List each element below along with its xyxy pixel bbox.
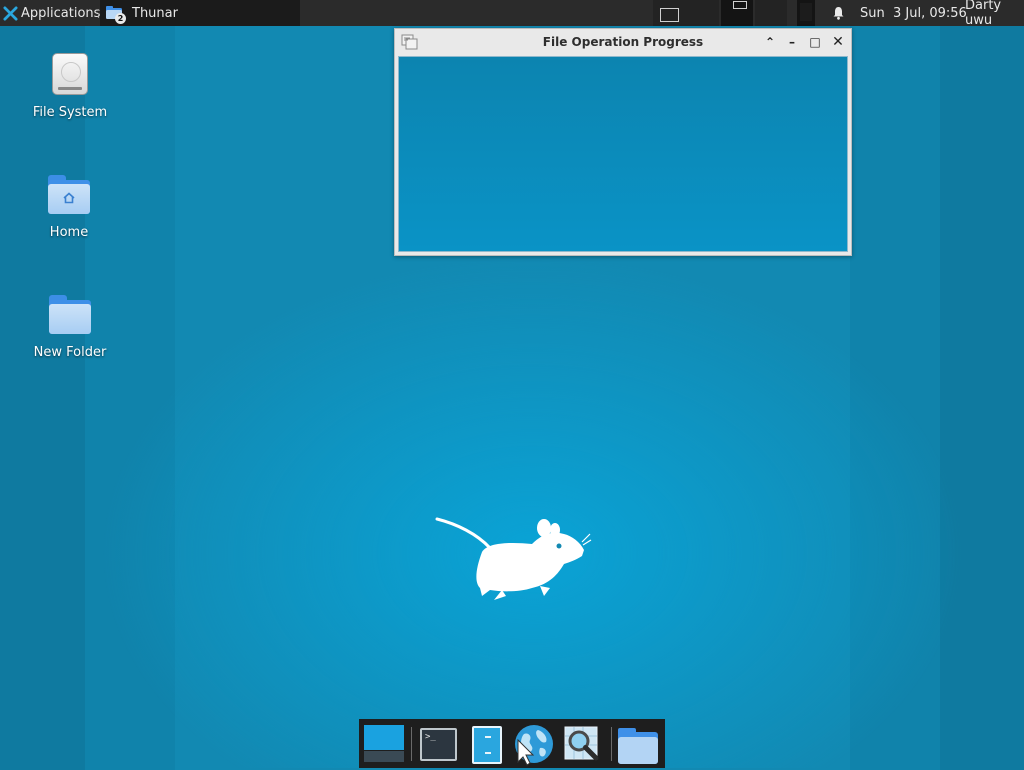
dock-separator (411, 727, 412, 761)
window-count-badge: 2 (115, 13, 126, 24)
dock-show-desktop-button[interactable] (362, 722, 406, 766)
folder-icon (618, 728, 658, 764)
taskbar-item-label: Thunar (132, 5, 178, 21)
magnifier-icon (564, 726, 599, 761)
file-cabinet-icon (472, 726, 502, 764)
desktop-icon-label: File System (32, 105, 108, 120)
window-content-area (398, 56, 848, 252)
globe-icon (515, 725, 553, 766)
desktop-icon-label: Home (49, 225, 89, 240)
applications-menu-button[interactable]: Applications (0, 0, 104, 26)
user-menu-button[interactable]: Darty uwu (965, 0, 1024, 28)
clock[interactable]: Sun 3 Jul, 09:56 (860, 0, 967, 26)
desktop-icon-new-folder[interactable]: New Folder (18, 290, 122, 360)
shade-button[interactable]: ⌃ (763, 35, 777, 49)
hard-drive-icon (46, 50, 94, 98)
workspace-window-preview (733, 1, 747, 9)
minimize-button[interactable]: – (785, 35, 799, 49)
window-title: File Operation Progress (542, 35, 704, 49)
taskbar-item-thunar[interactable]: 2 Thunar (100, 0, 300, 26)
tray-indicator-icon (800, 3, 812, 21)
top-panel: Applications ⋮ 2 Thunar Sun 3 Jul, 09:56… (0, 0, 1024, 28)
dock-home-folder-button[interactable] (615, 722, 659, 766)
window-titlebar[interactable]: File Operation Progress ⌃ – □ ✕ (395, 29, 851, 56)
maximize-button[interactable]: □ (808, 35, 822, 49)
panel-separator-handle[interactable]: ⋮ (93, 0, 104, 26)
workspace-window-preview (660, 8, 679, 22)
xfce-logo-icon (3, 5, 18, 21)
close-button[interactable]: ✕ (831, 35, 845, 49)
dock-separator (611, 727, 612, 761)
notification-bell-icon[interactable] (830, 0, 846, 26)
dock-file-manager-button[interactable] (465, 722, 509, 766)
home-icon (63, 192, 75, 204)
terminal-icon: >_ (420, 728, 457, 761)
desktop-icon-label: New Folder (33, 345, 107, 360)
dock-panel: >_ (359, 719, 665, 768)
folder-icon (46, 290, 94, 338)
tray-indicator[interactable] (797, 0, 815, 26)
file-operation-progress-window: File Operation Progress ⌃ – □ ✕ (394, 28, 852, 256)
home-folder-icon (45, 170, 93, 218)
workspace-3[interactable] (755, 0, 787, 26)
dock-terminal-button[interactable]: >_ (417, 722, 461, 766)
desktop-icon-home[interactable]: Home (17, 170, 121, 240)
show-desktop-icon (364, 725, 404, 750)
dock-web-browser-button[interactable] (512, 722, 556, 766)
xfce-mouse-mascot-icon (435, 517, 592, 600)
applications-label: Applications (21, 5, 101, 21)
desktop-icon-file-system[interactable]: File System (18, 50, 122, 120)
thunar-folder-icon: 2 (105, 4, 126, 24)
dock-app-finder-button[interactable] (560, 722, 604, 766)
workspace-2[interactable] (721, 0, 753, 26)
workspace-1[interactable] (653, 0, 719, 26)
